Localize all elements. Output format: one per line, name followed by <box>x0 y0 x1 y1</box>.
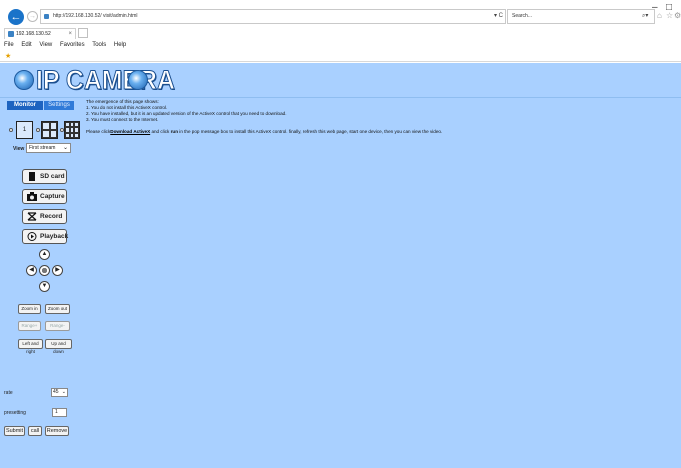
playback-label: Playback <box>40 233 69 240</box>
page-title: IP CAMERA <box>36 65 176 96</box>
stream-select[interactable]: First stream ⌄ <box>26 143 71 153</box>
layout-radio-1[interactable] <box>9 128 13 132</box>
menu-favorites[interactable]: Favorites <box>60 42 85 48</box>
layout-single-view[interactable]: 1 <box>16 121 33 139</box>
message-line-4: Please clickDownload ActiveX and click r… <box>86 129 442 135</box>
remove-button[interactable]: Remove <box>45 426 69 436</box>
zoom-out-button[interactable]: Zoom out <box>45 304 70 314</box>
rate-value: 45 <box>53 389 59 395</box>
call-button[interactable]: call <box>28 426 42 436</box>
favorites-star-icon[interactable]: ☆ <box>666 11 673 20</box>
range-plus-button[interactable]: Range+ <box>18 321 41 331</box>
globe-icon <box>128 70 148 90</box>
arrow-right-icon: → <box>29 13 36 20</box>
new-tab-button[interactable] <box>78 28 88 38</box>
message-line-3: 3. You must connect to the Internet. <box>86 117 159 122</box>
tab-title: 192.168.130.52 <box>16 31 51 37</box>
layout-radio-4[interactable] <box>36 128 40 132</box>
ptz-right-button[interactable]: ▶ <box>52 265 63 276</box>
home-icon[interactable]: ⌂ <box>657 11 662 20</box>
menu-bar: File Edit View Favorites Tools Help <box>4 42 132 48</box>
favorites-bar-icon[interactable]: ★ <box>5 52 11 60</box>
message-text: in the pop message box to install this A… <box>178 129 443 134</box>
arrow-right-icon: ▶ <box>55 267 60 273</box>
address-url: http://192.168.130.52/ visit/admin.html <box>53 13 138 19</box>
globe-icon <box>14 70 34 90</box>
record-label: Record <box>40 213 63 220</box>
search-placeholder: Search... <box>512 13 533 19</box>
playback-button[interactable]: Playback <box>22 229 69 244</box>
up-and-down-button[interactable]: Up and down <box>45 339 72 354</box>
record-icon <box>27 212 37 221</box>
back-button[interactable]: ← <box>8 9 24 25</box>
layout-single-label: 1 <box>22 127 27 133</box>
sd-card-label: SD card <box>40 173 65 180</box>
menu-view[interactable]: View <box>39 42 52 48</box>
chevron-down-icon: ⌄ <box>61 389 66 395</box>
tab-monitor[interactable]: Monitor <box>7 101 43 110</box>
arrow-down-icon: ▼ <box>41 283 48 289</box>
chevron-down-icon: ⌄ <box>62 145 68 151</box>
rate-label: rate <box>4 390 13 396</box>
menu-help[interactable]: Help <box>114 42 126 48</box>
presetting-value: 1 <box>55 409 58 415</box>
page-header: IP CAMERA <box>0 63 681 98</box>
layout-quad-view[interactable] <box>41 121 58 139</box>
submit-button[interactable]: Submit <box>4 426 25 436</box>
menu-tools[interactable]: Tools <box>92 42 106 48</box>
left-and-right-button[interactable]: Left and right <box>18 339 43 354</box>
sd-card-icon <box>29 172 35 181</box>
arrow-left-icon: ← <box>10 11 22 23</box>
browser-tab[interactable]: 192.168.130.52 × <box>4 28 76 39</box>
camera-page: IP CAMERA Monitor Settings 1 View First … <box>0 63 681 468</box>
ptz-left-button[interactable]: ◀ <box>26 265 37 276</box>
address-bar[interactable]: http://192.168.130.52/ visit/admin.html <box>40 9 506 24</box>
ptz-down-button[interactable]: ▼ <box>39 281 50 292</box>
forward-button[interactable]: → <box>27 11 38 22</box>
playback-icon <box>27 232 37 241</box>
view-label: View <box>13 146 25 152</box>
page-icon <box>44 14 49 19</box>
close-icon[interactable]: × <box>68 29 72 39</box>
layout-nine-view[interactable] <box>64 121 80 139</box>
presetting-label: presetting <box>4 410 26 416</box>
menu-edit[interactable]: Edit <box>21 42 31 48</box>
arrow-up-icon: ▲ <box>41 251 48 257</box>
ptz-up-button[interactable]: ▲ <box>39 249 50 260</box>
download-activex-link[interactable]: Download ActiveX <box>110 129 150 134</box>
search-input[interactable]: Search... <box>507 9 655 24</box>
tab-settings[interactable]: Settings <box>44 101 74 110</box>
record-button[interactable]: Record <box>22 209 67 224</box>
search-icon[interactable]: ⌕▾ <box>642 9 648 24</box>
activex-message: The emergence of this page shows: 1. You… <box>86 99 442 135</box>
browser-chrome: – □ ← → http://192.168.130.52/ visit/adm… <box>0 0 681 62</box>
ptz-center-button[interactable] <box>39 265 50 276</box>
camera-icon <box>27 192 37 201</box>
refresh-icon[interactable]: ▾ C <box>494 9 503 24</box>
stream-select-value: First stream <box>29 145 56 151</box>
settings-gear-icon[interactable]: ⚙ <box>674 11 681 20</box>
zoom-in-button[interactable]: Zoom in <box>18 304 41 314</box>
message-text: and click <box>150 129 171 134</box>
capture-button[interactable]: Capture <box>22 189 67 204</box>
arrow-left-icon: ◀ <box>29 267 34 273</box>
control-panel: Monitor Settings 1 View First stream ⌄ S… <box>0 99 80 468</box>
presetting-input[interactable]: 1 <box>52 408 67 417</box>
rate-select[interactable]: 45 ⌄ <box>51 388 68 397</box>
range-minus-button[interactable]: Range- <box>45 321 70 331</box>
capture-label: Capture <box>40 193 65 200</box>
tab-favicon <box>8 31 14 37</box>
menu-file[interactable]: File <box>4 42 14 48</box>
sd-card-button[interactable]: SD card <box>22 169 67 184</box>
message-run-word: run <box>170 129 179 134</box>
message-text: Please click <box>86 129 111 134</box>
